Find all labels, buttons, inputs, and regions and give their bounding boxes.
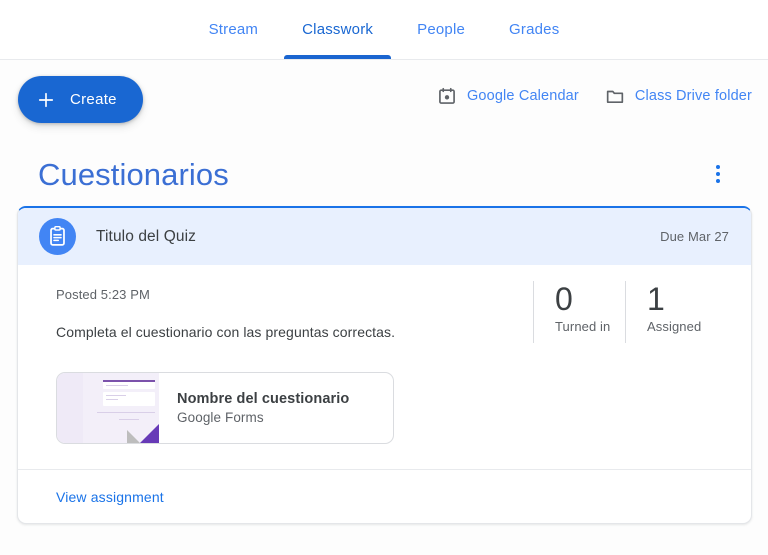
create-button[interactable]: Create [18, 76, 143, 123]
classwork-page: Stream Classwork People Grades Create Go… [0, 0, 768, 555]
view-assignment-link[interactable]: View assignment [56, 489, 164, 505]
tab-grades[interactable]: Grades [487, 0, 581, 59]
turned-in-counter[interactable]: 0 Turned in [533, 279, 625, 347]
assignment-card[interactable]: Titulo del Quiz Due Mar 27 Posted 5:23 P… [17, 206, 752, 524]
classwork-action-row: Create Google Calendar Class Drive folde… [0, 60, 768, 138]
plus-icon [36, 90, 56, 110]
assignment-description: Completa el cuestionario con las pregunt… [56, 324, 396, 340]
turned-in-label: Turned in [555, 319, 611, 334]
assigned-count: 1 [647, 281, 665, 317]
tab-stream[interactable]: Stream [187, 0, 281, 59]
assigned-counter[interactable]: 1 Assigned [625, 279, 717, 347]
thumbnail-fold-corner [140, 424, 159, 443]
attachment-card[interactable]: Nombre del cuestionario Google Forms [56, 372, 394, 444]
class-tab-bar: Stream Classwork People Grades [0, 0, 768, 60]
assignment-quiz-icon [39, 218, 76, 255]
tab-classwork-label: Classwork [302, 21, 374, 38]
google-calendar-link-label: Google Calendar [466, 88, 579, 104]
folder-icon [605, 86, 625, 106]
calendar-icon [437, 86, 457, 106]
thumbnail-fold-shadow [127, 430, 140, 443]
tab-stream-label: Stream [208, 21, 259, 38]
assignment-card-footer: View assignment [18, 470, 751, 523]
more-vert-icon-dot [716, 179, 720, 183]
class-drive-folder-link[interactable]: Class Drive folder [605, 86, 752, 106]
assigned-label: Assigned [647, 319, 702, 334]
topic-more-options-button[interactable] [704, 160, 732, 188]
topic-title: Cuestionarios [38, 156, 229, 192]
assignment-card-header[interactable]: Titulo del Quiz Due Mar 27 [18, 208, 751, 265]
create-button-label: Create [70, 91, 117, 108]
assignment-status-counters: 0 Turned in 1 Assigned [533, 279, 717, 347]
class-drive-folder-link-label: Class Drive folder [634, 88, 752, 104]
assignment-card-body: Posted 5:23 PM Completa el cuestionario … [18, 265, 751, 523]
attachment-meta: Nombre del cuestionario Google Forms [159, 373, 393, 443]
turned-in-count: 0 [555, 281, 573, 317]
attachment-title: Nombre del cuestionario [177, 391, 350, 407]
tab-people-label: People [417, 21, 466, 38]
tab-grades-label: Grades [509, 21, 560, 38]
google-calendar-link[interactable]: Google Calendar [437, 86, 579, 106]
google-forms-thumbnail [57, 373, 159, 443]
attachment-subtitle: Google Forms [177, 410, 264, 425]
topic-header: Cuestionarios [0, 148, 768, 200]
tab-people[interactable]: People [395, 0, 487, 59]
more-vert-icon-dot [716, 165, 720, 169]
header-links: Google Calendar Class Drive folder [437, 86, 752, 106]
tab-classwork[interactable]: Classwork [280, 0, 395, 59]
assignment-title: Titulo del Quiz [96, 227, 196, 245]
more-vert-icon-dot [716, 172, 720, 176]
assignment-due-date: Due Mar 27 [660, 229, 729, 244]
